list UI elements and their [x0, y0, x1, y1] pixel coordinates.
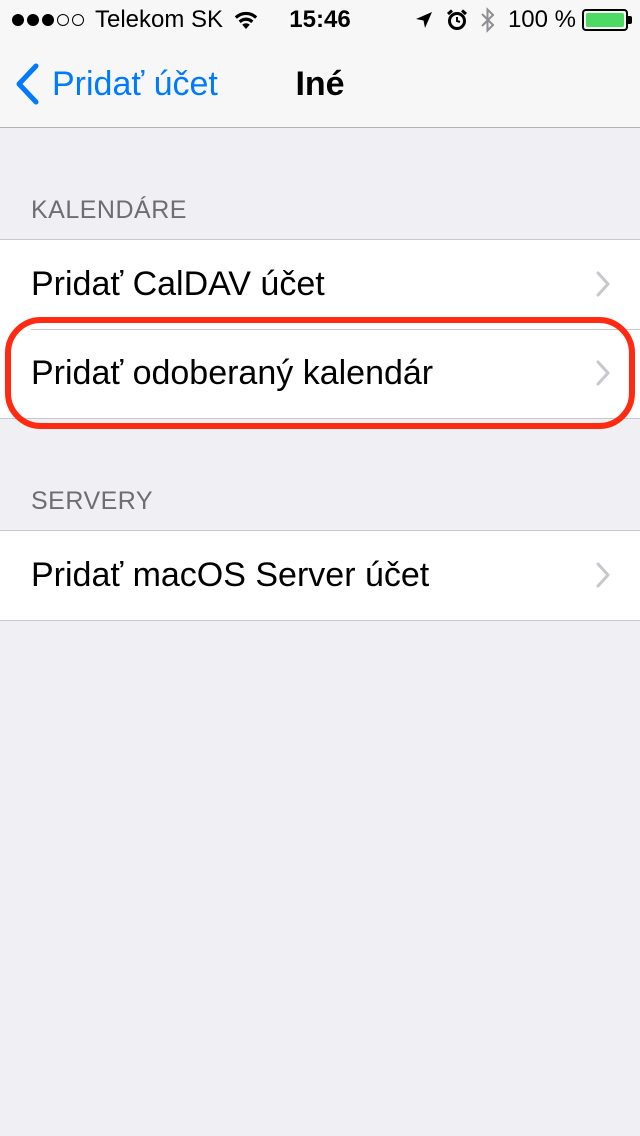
- page-title: Iné: [295, 65, 345, 103]
- alarm-icon: [446, 9, 468, 31]
- section-header-calendars: KALENDÁRE: [31, 196, 187, 224]
- navigation-bar: Pridať účet Iné: [0, 40, 640, 128]
- add-caldav-account-row[interactable]: Pridať CalDAV účet: [0, 240, 640, 329]
- row-label: Pridať CalDAV účet: [31, 265, 325, 303]
- row-label: Pridať macOS Server účet: [31, 556, 430, 594]
- calendars-group: Pridať CalDAV účet Pridať odoberaný kale…: [0, 239, 640, 419]
- add-subscribed-calendar-row[interactable]: Pridať odoberaný kalendár: [0, 329, 640, 418]
- row-label: Pridať odoberaný kalendár: [31, 354, 434, 392]
- chevron-right-icon: [596, 271, 610, 297]
- servers-group: Pridať macOS Server účet: [0, 530, 640, 621]
- battery-fill: [586, 13, 624, 27]
- location-arrow-icon: [414, 10, 434, 30]
- section-header-servers: SERVERY: [31, 487, 154, 515]
- battery-percent: 100 %: [507, 6, 576, 33]
- status-bar: Telekom SK 15:46 100 %: [0, 0, 640, 40]
- status-right: 100 %: [402, 0, 632, 40]
- chevron-right-icon: [596, 360, 610, 386]
- add-macos-server-account-row[interactable]: Pridať macOS Server účet: [0, 531, 640, 620]
- settings-screen: Telekom SK 15:46 100 % Pridať účet Iné K…: [0, 0, 640, 1136]
- bluetooth-icon: [480, 7, 496, 33]
- chevron-right-icon: [596, 562, 610, 588]
- battery-icon: [582, 9, 632, 31]
